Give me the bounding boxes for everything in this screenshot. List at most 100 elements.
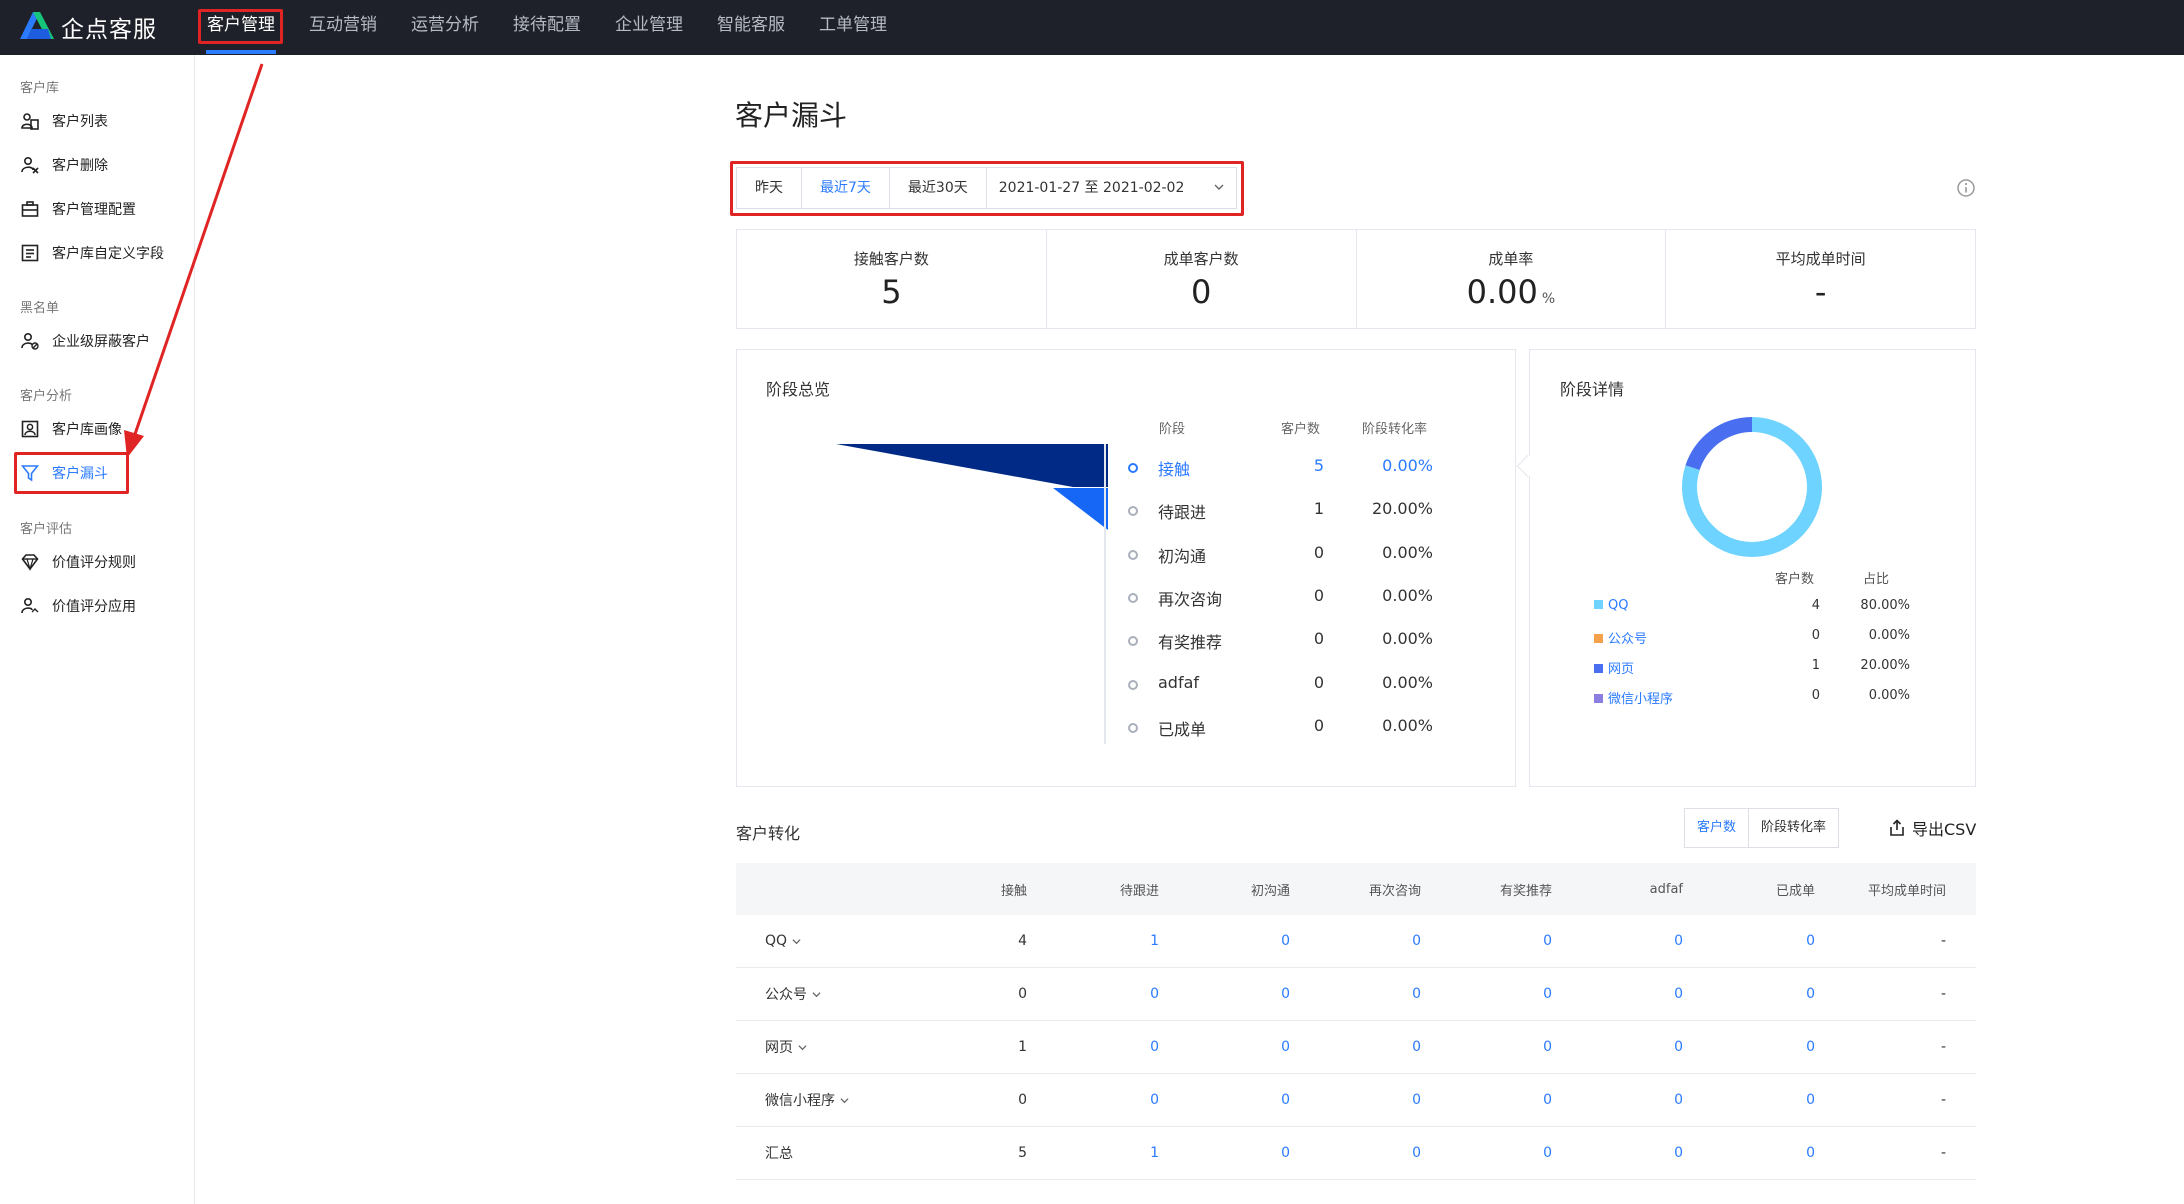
table-cell[interactable]: 0 [1472, 968, 1552, 1020]
stage-rate: 0.00% [1340, 543, 1433, 567]
table-cell[interactable]: 0 [1341, 968, 1421, 1020]
nav-operations-analysis[interactable]: 运营分析 [411, 0, 479, 55]
table-cell[interactable]: 0 [1341, 1021, 1421, 1073]
stage-name: 初沟通 [1158, 543, 1206, 567]
table-cell[interactable]: 0 [1472, 1074, 1552, 1126]
logo-text: 企点客服 [61, 10, 157, 44]
stat-value: - [1815, 273, 1827, 311]
legend-item[interactable]: 网页 [1594, 658, 1634, 678]
info-icon[interactable] [1956, 178, 1976, 198]
table-cell[interactable]: 0 [1472, 1127, 1552, 1179]
nav-ticket-management[interactable]: 工单管理 [819, 0, 887, 55]
column-header: 有奖推荐 [1422, 863, 1552, 915]
table-cell[interactable]: 0 [1079, 968, 1159, 1020]
sidebar-section-customer-evaluation: 客户评估 [20, 518, 72, 537]
toggle-stage-rate[interactable]: 阶段转化率 [1749, 809, 1838, 847]
table-cell[interactable]: 0 [1735, 1021, 1815, 1073]
sidebar-item-custom-fields[interactable]: 客户库自定义字段 [20, 241, 164, 265]
row-label[interactable]: 微信小程序 [765, 1074, 849, 1126]
table-cell[interactable]: 0 [1735, 915, 1815, 967]
sidebar-item-customer-delete[interactable]: 客户删除 [20, 153, 108, 177]
user-delete-icon [20, 155, 40, 175]
detail-header-count: 客户数 [1775, 568, 1814, 588]
table-cell: - [1866, 968, 1946, 1020]
nav-interactive-marketing[interactable]: 互动营销 [309, 0, 377, 55]
legend-swatch [1594, 694, 1603, 703]
form-field-icon [20, 243, 40, 263]
toggle-customer-count[interactable]: 客户数 [1685, 809, 1749, 847]
chevron-down-icon[interactable] [840, 1096, 849, 1105]
nav-enterprise-management[interactable]: 企业管理 [615, 0, 683, 55]
column-header: 已成单 [1685, 863, 1815, 915]
nav-reception-config[interactable]: 接待配置 [513, 0, 581, 55]
table-row: 公众号0000000- [736, 968, 1976, 1021]
table-row: QQ4100000- [736, 915, 1976, 968]
table-cell[interactable]: 0 [1079, 1074, 1159, 1126]
table-cell[interactable]: 0 [1341, 1074, 1421, 1126]
table-cell[interactable]: 0 [1210, 915, 1290, 967]
row-label[interactable]: 网页 [765, 1021, 807, 1073]
top-navbar: 企点客服 客户管理 互动营销 运营分析 接待配置 企业管理 智能客服 工单管理 [0, 0, 2184, 55]
table-cell[interactable]: 0 [1341, 915, 1421, 967]
user-block-icon [20, 331, 40, 351]
stage-name: 已成单 [1158, 716, 1206, 740]
sidebar-item-customer-config[interactable]: 客户管理配置 [20, 197, 136, 221]
stage-name: 有奖推荐 [1158, 629, 1222, 653]
sidebar-item-label: 客户删除 [52, 155, 108, 175]
funnel-chart [836, 444, 1108, 531]
table-cell[interactable]: 0 [1735, 1074, 1815, 1126]
sidebar-item-customer-portrait[interactable]: 客户库画像 [20, 417, 122, 441]
row-label[interactable]: QQ [765, 915, 801, 967]
table-cell: - [1866, 1074, 1946, 1126]
table-cell[interactable]: 0 [1603, 915, 1683, 967]
table-cell[interactable]: 0 [1472, 915, 1552, 967]
stage-name: 接触 [1158, 456, 1190, 480]
table-cell[interactable]: 0 [1210, 968, 1290, 1020]
sidebar-section-customer-library: 客户库 [20, 77, 59, 96]
stage-count: 0 [1260, 629, 1324, 653]
chevron-down-icon[interactable] [798, 1043, 807, 1052]
table-cell[interactable]: 0 [1735, 968, 1815, 1020]
stat-label: 平均成单时间 [1666, 248, 1975, 269]
table-cell[interactable]: 0 [1210, 1127, 1290, 1179]
table-cell[interactable]: 0 [1079, 1021, 1159, 1073]
table-row: 微信小程序0000000- [736, 1074, 1976, 1127]
nav-active-indicator [206, 50, 276, 54]
stage-dot [1128, 593, 1138, 603]
briefcase-icon [20, 199, 40, 219]
table-cell[interactable]: 0 [1472, 1021, 1552, 1073]
row-label[interactable]: 公众号 [765, 968, 821, 1020]
stage-dot [1128, 680, 1138, 690]
sidebar-item-value-rules[interactable]: 价值评分规则 [20, 550, 136, 574]
legend-item[interactable]: 公众号 [1594, 628, 1647, 648]
column-header: 初沟通 [1160, 863, 1290, 915]
sidebar-item-value-application[interactable]: 价值评分应用 [20, 594, 136, 618]
donut-chart [1680, 415, 1824, 559]
sidebar-item-customer-list[interactable]: 客户列表 [20, 109, 108, 133]
legend-item[interactable]: 微信小程序 [1594, 688, 1673, 708]
chevron-down-icon[interactable] [812, 990, 821, 999]
stage-count: 0 [1260, 716, 1324, 740]
sidebar-item-label: 客户库自定义字段 [52, 243, 164, 263]
export-csv-button[interactable]: 导出CSV [1888, 816, 1976, 840]
table-cell[interactable]: 1 [1079, 915, 1159, 967]
table-cell[interactable]: 0 [1210, 1021, 1290, 1073]
legend-item[interactable]: QQ [1594, 598, 1628, 618]
sidebar-item-enterprise-block[interactable]: 企业级屏蔽客户 [20, 329, 150, 353]
app-logo[interactable]: 企点客服 [18, 9, 157, 45]
table-cell[interactable]: 0 [1210, 1074, 1290, 1126]
table-cell: - [1866, 915, 1946, 967]
chevron-down-icon[interactable] [792, 937, 801, 946]
table-cell[interactable]: 0 [1603, 1021, 1683, 1073]
table-cell[interactable]: 0 [1603, 968, 1683, 1020]
table-cell[interactable]: 0 [1735, 1127, 1815, 1179]
legend-share: 80.00% [1850, 598, 1910, 618]
table-cell[interactable]: 1 [1079, 1127, 1159, 1179]
overview-header-rate: 阶段转化率 [1362, 418, 1427, 437]
table-cell[interactable]: 0 [1341, 1127, 1421, 1179]
legend-count: 0 [1790, 688, 1820, 708]
table-cell[interactable]: 0 [1603, 1127, 1683, 1179]
table-cell[interactable]: 0 [1603, 1074, 1683, 1126]
nav-smart-service[interactable]: 智能客服 [717, 0, 785, 55]
legend-swatch [1594, 664, 1603, 673]
